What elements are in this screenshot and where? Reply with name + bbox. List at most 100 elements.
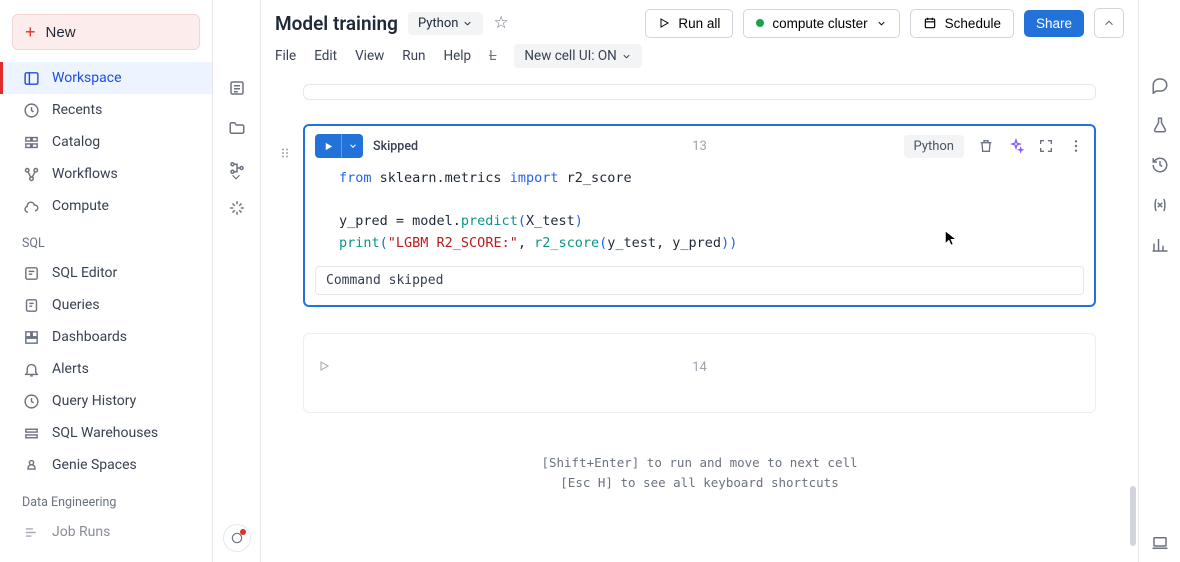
status-dot-icon (756, 19, 764, 27)
menubar: File Edit View Run Help L New cell UI: O… (261, 40, 1138, 78)
calendar-icon (923, 16, 937, 30)
comment-icon[interactable] (1151, 76, 1169, 94)
cell-code-editor[interactable]: from sklearn.metrics import r2_score y_p… (305, 166, 1094, 266)
panel-icon (22, 69, 40, 87)
share-button[interactable]: Share (1024, 10, 1084, 37)
activity-indicator-icon[interactable] (223, 524, 251, 552)
sidebar-item-genie-spaces[interactable]: Genie Spaces (0, 449, 212, 481)
collapse-panel-button[interactable] (1094, 8, 1124, 38)
toc-icon[interactable] (227, 78, 247, 98)
menu-run[interactable]: Run (402, 48, 425, 64)
scrollbar-thumb[interactable] (1130, 486, 1136, 546)
cell-status: Skipped (373, 139, 418, 154)
sidebar-item-sql-warehouses[interactable]: SQL Warehouses (0, 417, 212, 449)
run-cell-button[interactable] (315, 134, 341, 158)
flask-icon[interactable] (1151, 116, 1169, 134)
sidebar-item-compute[interactable]: Compute (0, 190, 212, 222)
sidebar-item-alerts[interactable]: Alerts (0, 353, 212, 385)
sidebar-item-label: Catalog (52, 134, 100, 150)
menu-edit[interactable]: Edit (314, 48, 337, 64)
laptop-icon[interactable] (1151, 534, 1169, 552)
expand-icon[interactable] (1038, 138, 1054, 154)
sql-icon (22, 264, 40, 282)
variables-icon[interactable] (1151, 196, 1169, 214)
kebab-menu-icon[interactable] (1068, 138, 1084, 154)
run-cell-dropdown[interactable] (341, 134, 363, 158)
chevron-down-icon[interactable] (229, 170, 243, 184)
topbar: Model training Python ☆ Run all compute … (261, 0, 1138, 40)
sidebar-item-workflows[interactable]: Workflows (0, 158, 212, 190)
sidebar-item-sql-editor[interactable]: SQL Editor (0, 257, 212, 289)
folder-icon[interactable] (227, 118, 247, 138)
sidebar-item-label: Workflows (52, 166, 118, 182)
sidebar-item-label: Recents (52, 102, 102, 118)
schedule-label: Schedule (945, 16, 1001, 31)
warehouse-icon (22, 424, 40, 442)
menu-file[interactable]: File (275, 48, 296, 64)
sidebar-item-label: Workspace (52, 70, 122, 86)
bell-icon (22, 360, 40, 378)
sidebar-item-label: Compute (52, 198, 109, 214)
new-button[interactable]: + New (12, 14, 200, 50)
chevron-down-icon (621, 51, 632, 62)
sidebar-item-job-runs[interactable]: Job Runs (0, 516, 212, 548)
sidebar-item-recents[interactable]: Recents (0, 94, 212, 126)
assistant-sparkle-icon[interactable] (1008, 138, 1024, 154)
language-dropdown[interactable]: Python (408, 12, 483, 35)
cell-ui-label: New cell UI: ON (524, 48, 616, 64)
workflow-icon (22, 165, 40, 183)
code-cell-13[interactable]: Skipped 13 Python from sklearn.metrics i… (303, 124, 1096, 307)
sidebar-item-label: SQL Warehouses (52, 425, 158, 441)
plus-icon: + (25, 23, 36, 41)
play-icon (323, 141, 334, 152)
schedule-button[interactable]: Schedule (910, 9, 1014, 38)
menu-help[interactable]: Help (443, 48, 471, 64)
query-icon (22, 296, 40, 314)
sidebar-item-label: Queries (52, 297, 100, 313)
data-engineering-header: Data Engineering (0, 481, 212, 516)
notebook-title[interactable]: Model training (275, 12, 398, 35)
chevron-down-icon (348, 141, 358, 151)
chart-icon[interactable] (1151, 236, 1169, 254)
cell-execution-number: 13 (692, 139, 707, 154)
menu-view[interactable]: View (355, 48, 384, 64)
sidebar-item-dashboards[interactable]: Dashboards (0, 321, 212, 353)
cloud-icon (22, 197, 40, 215)
menu-disabled-indicator: L (489, 48, 496, 64)
sidebar-item-queries[interactable]: Queries (0, 289, 212, 321)
history-icon[interactable] (1151, 156, 1169, 174)
sparkle-icon[interactable] (227, 198, 247, 218)
play-icon (658, 17, 670, 29)
sidebar-item-label: SQL Editor (52, 265, 117, 281)
cell-ui-toggle[interactable]: New cell UI: ON (514, 44, 641, 68)
sidebar-item-query-history[interactable]: Query History (0, 385, 212, 417)
cluster-dropdown[interactable]: compute cluster (743, 9, 899, 38)
cell-header: Skipped 13 Python (305, 126, 1094, 166)
run-button-group (315, 134, 363, 158)
drag-handle-icon[interactable] (279, 144, 291, 162)
hint-line: [Shift+Enter] to run and move to next ce… (279, 453, 1120, 473)
primary-nav: Workspace Recents Catalog Workflows Comp… (0, 62, 212, 222)
sql-nav: SQL Editor Queries Dashboards Alerts Que… (0, 257, 212, 481)
clock-icon (22, 392, 40, 410)
hint-line: [Esc H] to see all keyboard shortcuts (279, 473, 1120, 493)
sidebar-item-catalog[interactable]: Catalog (0, 126, 212, 158)
runs-icon (22, 523, 40, 541)
cluster-label: compute cluster (772, 16, 867, 31)
sidebar-item-workspace[interactable]: Workspace (0, 62, 212, 94)
notebook-content[interactable]: Skipped 13 Python from sklearn.metrics i… (261, 78, 1138, 562)
cell-output: Command skipped (315, 266, 1084, 295)
trash-icon[interactable] (978, 138, 994, 154)
sidebar-item-label: Job Runs (52, 524, 110, 540)
sidebar-item-label: Alerts (52, 361, 89, 377)
collapsed-output-above (303, 84, 1096, 100)
sidebar-item-label: Genie Spaces (52, 457, 137, 473)
right-icon-rail (1138, 0, 1180, 562)
notebook-tool-rail (213, 0, 261, 562)
cell-language-pill[interactable]: Python (904, 135, 964, 158)
play-icon[interactable] (318, 360, 330, 372)
code-cell-14[interactable]: 14 (303, 333, 1096, 413)
dashboard-icon (22, 328, 40, 346)
star-icon[interactable]: ☆ (493, 13, 508, 33)
run-all-button[interactable]: Run all (645, 9, 733, 38)
